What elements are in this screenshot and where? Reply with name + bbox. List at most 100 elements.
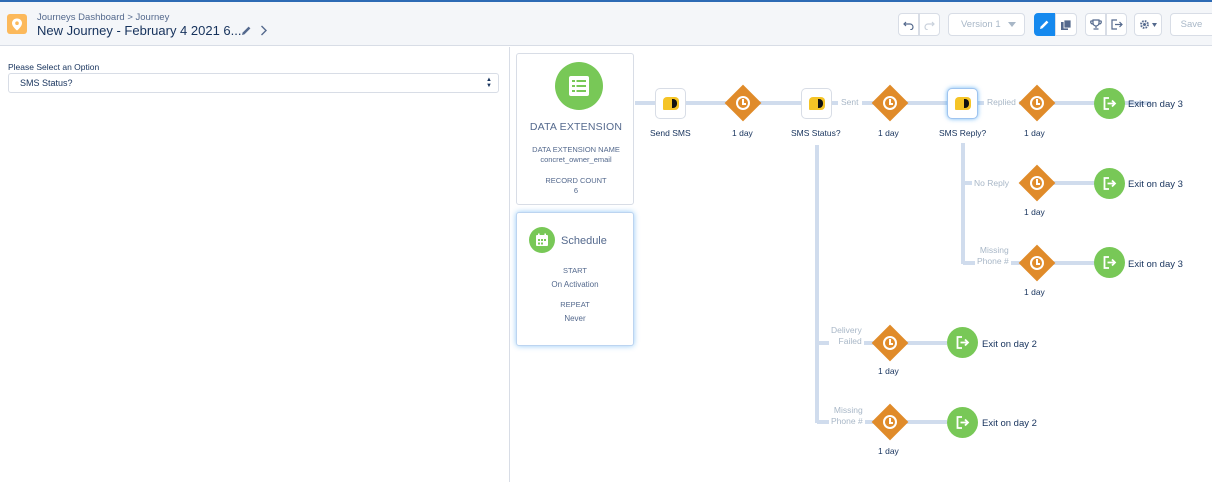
sms-message-icon	[954, 97, 971, 110]
journey-header: Journeys Dashboard > Journey New Journey…	[0, 2, 1212, 46]
branch-missing-line2: Phone #	[831, 416, 863, 426]
data-extension-icon	[555, 62, 603, 110]
version-label: Version 1	[961, 19, 1001, 30]
map-pin-icon	[12, 18, 22, 30]
calendar-icon	[529, 227, 555, 253]
copy-button[interactable]	[1055, 13, 1077, 36]
undo-icon	[903, 21, 914, 30]
send-sms-activity[interactable]	[655, 88, 686, 119]
schedule-title: Schedule	[561, 235, 607, 247]
redo-icon	[924, 21, 935, 30]
branch-missing-phone-label: Missing Phone #	[975, 245, 1011, 267]
breadcrumb-separator: >	[127, 12, 133, 23]
wait-label: 1 day	[732, 128, 753, 138]
clock-icon	[1030, 176, 1044, 190]
schedule-card[interactable]: Schedule START On Activation REPEAT Neve…	[516, 212, 634, 346]
record-count-label: RECORD COUNT	[545, 176, 607, 185]
schedule-start-value: On Activation	[551, 280, 599, 289]
exit-label: Exit on day 2	[982, 339, 1037, 350]
exit-icon	[1103, 177, 1116, 190]
clock-icon	[883, 96, 897, 110]
exit-criteria-button[interactable]	[1106, 13, 1127, 36]
exit-activity[interactable]	[947, 327, 978, 358]
chevron-down-icon	[1008, 22, 1016, 27]
sms-reply-split[interactable]	[947, 88, 978, 119]
branch-delivery-failed-label: Delivery Failed	[829, 325, 864, 347]
exit-activity[interactable]	[1094, 168, 1125, 199]
sms-message-icon	[662, 97, 679, 110]
sms-reply-label: SMS Reply?	[939, 128, 987, 138]
clock-icon	[883, 336, 897, 350]
wait-label: 1 day	[878, 128, 899, 138]
clock-icon	[1030, 256, 1044, 270]
chevron-down-icon	[1152, 22, 1157, 27]
activity-config-panel: Please Select an Option SMS Status? ▲ ▼	[0, 47, 510, 482]
exit-activity[interactable]	[1094, 247, 1125, 278]
branch-replied-label: Replied	[984, 97, 1019, 108]
exit-label: Exit on day 3	[1128, 179, 1183, 190]
pencil-icon[interactable]	[241, 25, 252, 36]
pencil-icon	[1040, 20, 1049, 29]
journey-title: New Journey - February 4 2021 6...	[37, 23, 242, 38]
branch-missing-line2: Phone #	[977, 256, 1009, 266]
branch-failed-line1: Delivery	[831, 325, 862, 335]
sms-status-split[interactable]	[801, 88, 832, 119]
version-dropdown[interactable]: Version 1	[948, 13, 1025, 36]
branch-no-reply-label: No Reply	[972, 178, 1011, 189]
journey-app-icon	[7, 14, 27, 34]
wait-label: 1 day	[878, 366, 899, 376]
breadcrumb-journeys-dashboard[interactable]: Journeys Dashboard	[37, 12, 125, 23]
exit-icon	[1103, 97, 1116, 110]
exit-icon	[1110, 19, 1123, 30]
goals-button[interactable]	[1085, 13, 1106, 36]
journey-canvas[interactable]: DATA EXTENSION DATA EXTENSION NAME concr…	[511, 47, 1212, 482]
schedule-repeat-value: Never	[564, 314, 586, 323]
schedule-start-label: START	[563, 266, 587, 275]
exit-icon	[1103, 256, 1116, 269]
exit-label: Exit on day 2	[982, 418, 1037, 429]
wait-label: 1 day	[1024, 287, 1045, 297]
save-button[interactable]: Save	[1170, 13, 1212, 36]
de-name-value: concret_owner_email	[540, 155, 612, 164]
branch-missing-line1: Missing	[833, 405, 863, 415]
de-name-label: DATA EXTENSION NAME	[532, 145, 620, 154]
breadcrumb: Journeys Dashboard > Journey	[37, 12, 169, 23]
send-sms-label: Send SMS	[650, 128, 691, 138]
option-select[interactable]: SMS Status? ▲ ▼	[8, 73, 499, 93]
wait-label: 1 day	[1024, 128, 1045, 138]
clock-icon	[736, 96, 750, 110]
option-select-value: SMS Status?	[20, 78, 73, 88]
gear-icon	[1140, 20, 1149, 29]
exit-activity[interactable]	[1094, 88, 1125, 119]
branch-missing-phone-label: Missing Phone #	[829, 405, 865, 427]
schedule-repeat-label: REPEAT	[560, 300, 590, 309]
wait-label: 1 day	[878, 446, 899, 456]
select-arrows-icon: ▲ ▼	[486, 77, 492, 89]
trophy-icon	[1089, 19, 1102, 30]
exit-activity[interactable]	[947, 407, 978, 438]
exit-label: Exit on day 3	[1128, 259, 1183, 270]
title-actions	[241, 25, 268, 36]
branch-missing-line1: Missing	[979, 245, 1009, 255]
sms-status-label: SMS Status?	[791, 128, 841, 138]
branch-sent-label: Sent	[838, 97, 862, 108]
copy-icon	[1061, 19, 1072, 30]
branch-failed-line2: Failed	[838, 336, 862, 346]
edit-mode-button[interactable]	[1034, 13, 1055, 36]
undo-button[interactable]	[898, 13, 919, 36]
sms-message-icon	[808, 97, 825, 110]
chevron-right-icon[interactable]	[260, 25, 268, 36]
entry-source-title: DATA EXTENSION	[529, 121, 623, 133]
breadcrumb-journey: Journey	[135, 12, 170, 23]
redo-button[interactable]	[919, 13, 940, 36]
exit-icon	[956, 416, 969, 429]
exit-icon	[956, 336, 969, 349]
clock-icon	[1030, 96, 1044, 110]
exit-label: Exit on day 3	[1128, 99, 1183, 110]
entry-source-card[interactable]: DATA EXTENSION DATA EXTENSION NAME concr…	[516, 53, 634, 205]
wait-label: 1 day	[1024, 207, 1045, 217]
settings-button[interactable]	[1134, 13, 1162, 36]
clock-icon	[883, 415, 897, 429]
option-label: Please Select an Option	[8, 62, 100, 72]
record-count-value: 6	[573, 186, 579, 195]
